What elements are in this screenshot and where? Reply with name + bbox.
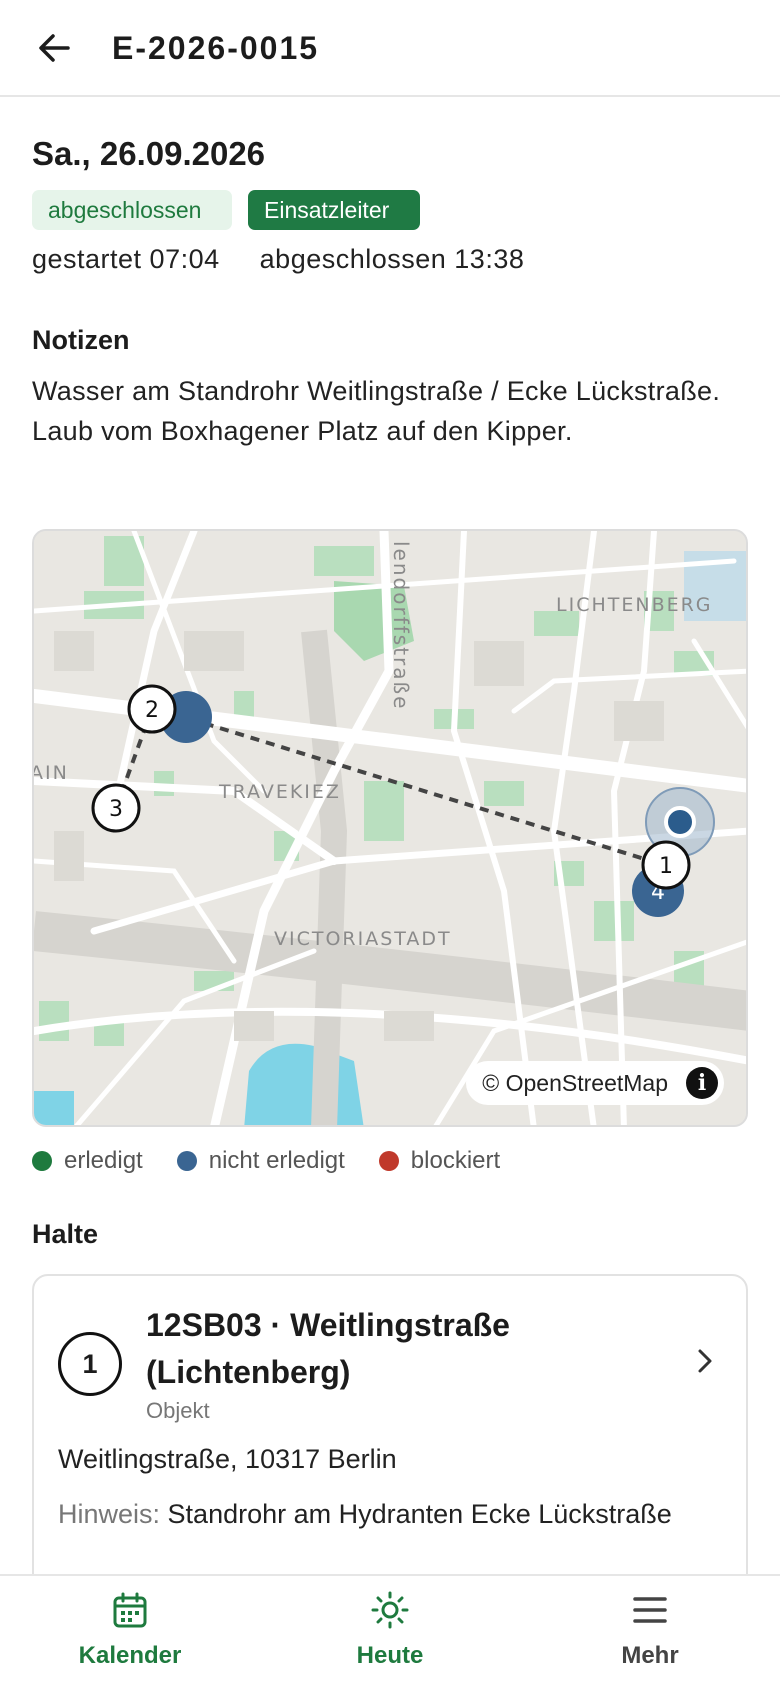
arrow-left-icon[interactable] bbox=[34, 28, 74, 68]
stop-card[interactable]: 1 12SB03 · Weitlingstraße (Lichtenberg) … bbox=[32, 1274, 748, 1574]
bottom-nav: Kalender Heute Mehr bbox=[0, 1574, 780, 1688]
legend-dot-blue bbox=[176, 1151, 197, 1171]
legend-dot-green bbox=[32, 1151, 52, 1171]
map-marker-1[interactable]: 1 bbox=[659, 854, 673, 879]
map-marker-2[interactable]: 2 bbox=[145, 698, 159, 723]
nav-label: Kalender bbox=[78, 1642, 182, 1669]
nav-label: Heute bbox=[356, 1642, 424, 1669]
map-street-label: lendorffstraße bbox=[389, 541, 413, 710]
stop-number: 1 bbox=[58, 1332, 122, 1396]
nav-item-kalender[interactable]: Kalender bbox=[0, 1576, 260, 1688]
hint-text: Standrohr am Hydranten Ecke Lückstraße bbox=[167, 1499, 672, 1529]
nav-item-mehr[interactable]: Mehr bbox=[520, 1576, 780, 1688]
info-icon[interactable]: i bbox=[686, 1067, 718, 1099]
legend-label: erledigt bbox=[64, 1147, 143, 1174]
finished-time: abgeschlossen 13:38 bbox=[259, 244, 525, 274]
map-label-lichtenberg: LICHTENBERG bbox=[556, 594, 713, 616]
notes-heading: Notizen bbox=[32, 325, 130, 355]
notes-text: Wasser am Standrohr Weitlingstraße / Eck… bbox=[32, 376, 721, 446]
hint-label: Hinweis: bbox=[58, 1499, 161, 1529]
calendar-icon bbox=[113, 1592, 147, 1628]
nav-item-heute[interactable]: Heute bbox=[260, 1576, 520, 1688]
osm-attribution[interactable]: © OpenStreetMap i bbox=[466, 1061, 724, 1105]
stops-heading: Halte bbox=[32, 1219, 99, 1249]
stop-address: Weitlingstraße, 10317 Berlin bbox=[58, 1444, 397, 1474]
date-heading: Sa., 26.09.2026 bbox=[32, 135, 266, 172]
legend-done: erledigt bbox=[32, 1147, 143, 1175]
map-label-travekiez: TRAVEKIEZ bbox=[218, 781, 341, 803]
chevron-right-icon[interactable] bbox=[690, 1346, 720, 1376]
started-time: gestartet 07:04 bbox=[32, 244, 220, 274]
legend-blocked: blockiert bbox=[378, 1147, 501, 1175]
legend-not-done: nicht erledigt bbox=[176, 1147, 345, 1175]
map-legend: erledigt nicht erledigt blockiert bbox=[32, 1147, 500, 1175]
attribution-text: © OpenStreetMap bbox=[482, 1070, 668, 1096]
time-info: gestartet 07:04 abgeschlossen 13:38 bbox=[32, 244, 556, 275]
map-label-edge: AIN bbox=[34, 762, 69, 784]
role-badge: Einsatzleiter bbox=[248, 190, 420, 230]
legend-label: nicht erledigt bbox=[208, 1147, 345, 1174]
legend-dot-red bbox=[378, 1151, 399, 1171]
stop-hint: Hinweis: Standrohr am Hydranten Ecke Lüc… bbox=[58, 1494, 718, 1534]
stop-name: 12SB03 · Weitlingstraße (Lichtenberg) bbox=[146, 1307, 510, 1390]
map-label-victoriastadt: VICTORIASTADT bbox=[274, 928, 452, 950]
route-map[interactable]: lendorffstraße LICHTENBERG TRAVEKIEZ VIC… bbox=[32, 529, 748, 1127]
menu-icon bbox=[633, 1597, 667, 1623]
sun-icon bbox=[371, 1591, 409, 1629]
stop-type: Objekt bbox=[146, 1398, 210, 1423]
app-bar: E-2026-0015 bbox=[0, 0, 780, 97]
nav-label: Mehr bbox=[621, 1642, 679, 1669]
map-marker-3[interactable]: 3 bbox=[109, 797, 123, 822]
detail-content[interactable]: Sa., 26.09.2026 abgeschlossen Einsatzlei… bbox=[0, 99, 780, 1574]
legend-label: blockiert bbox=[410, 1147, 501, 1174]
status-badge: abgeschlossen bbox=[32, 190, 232, 230]
page-title: E-2026-0015 bbox=[112, 30, 320, 66]
